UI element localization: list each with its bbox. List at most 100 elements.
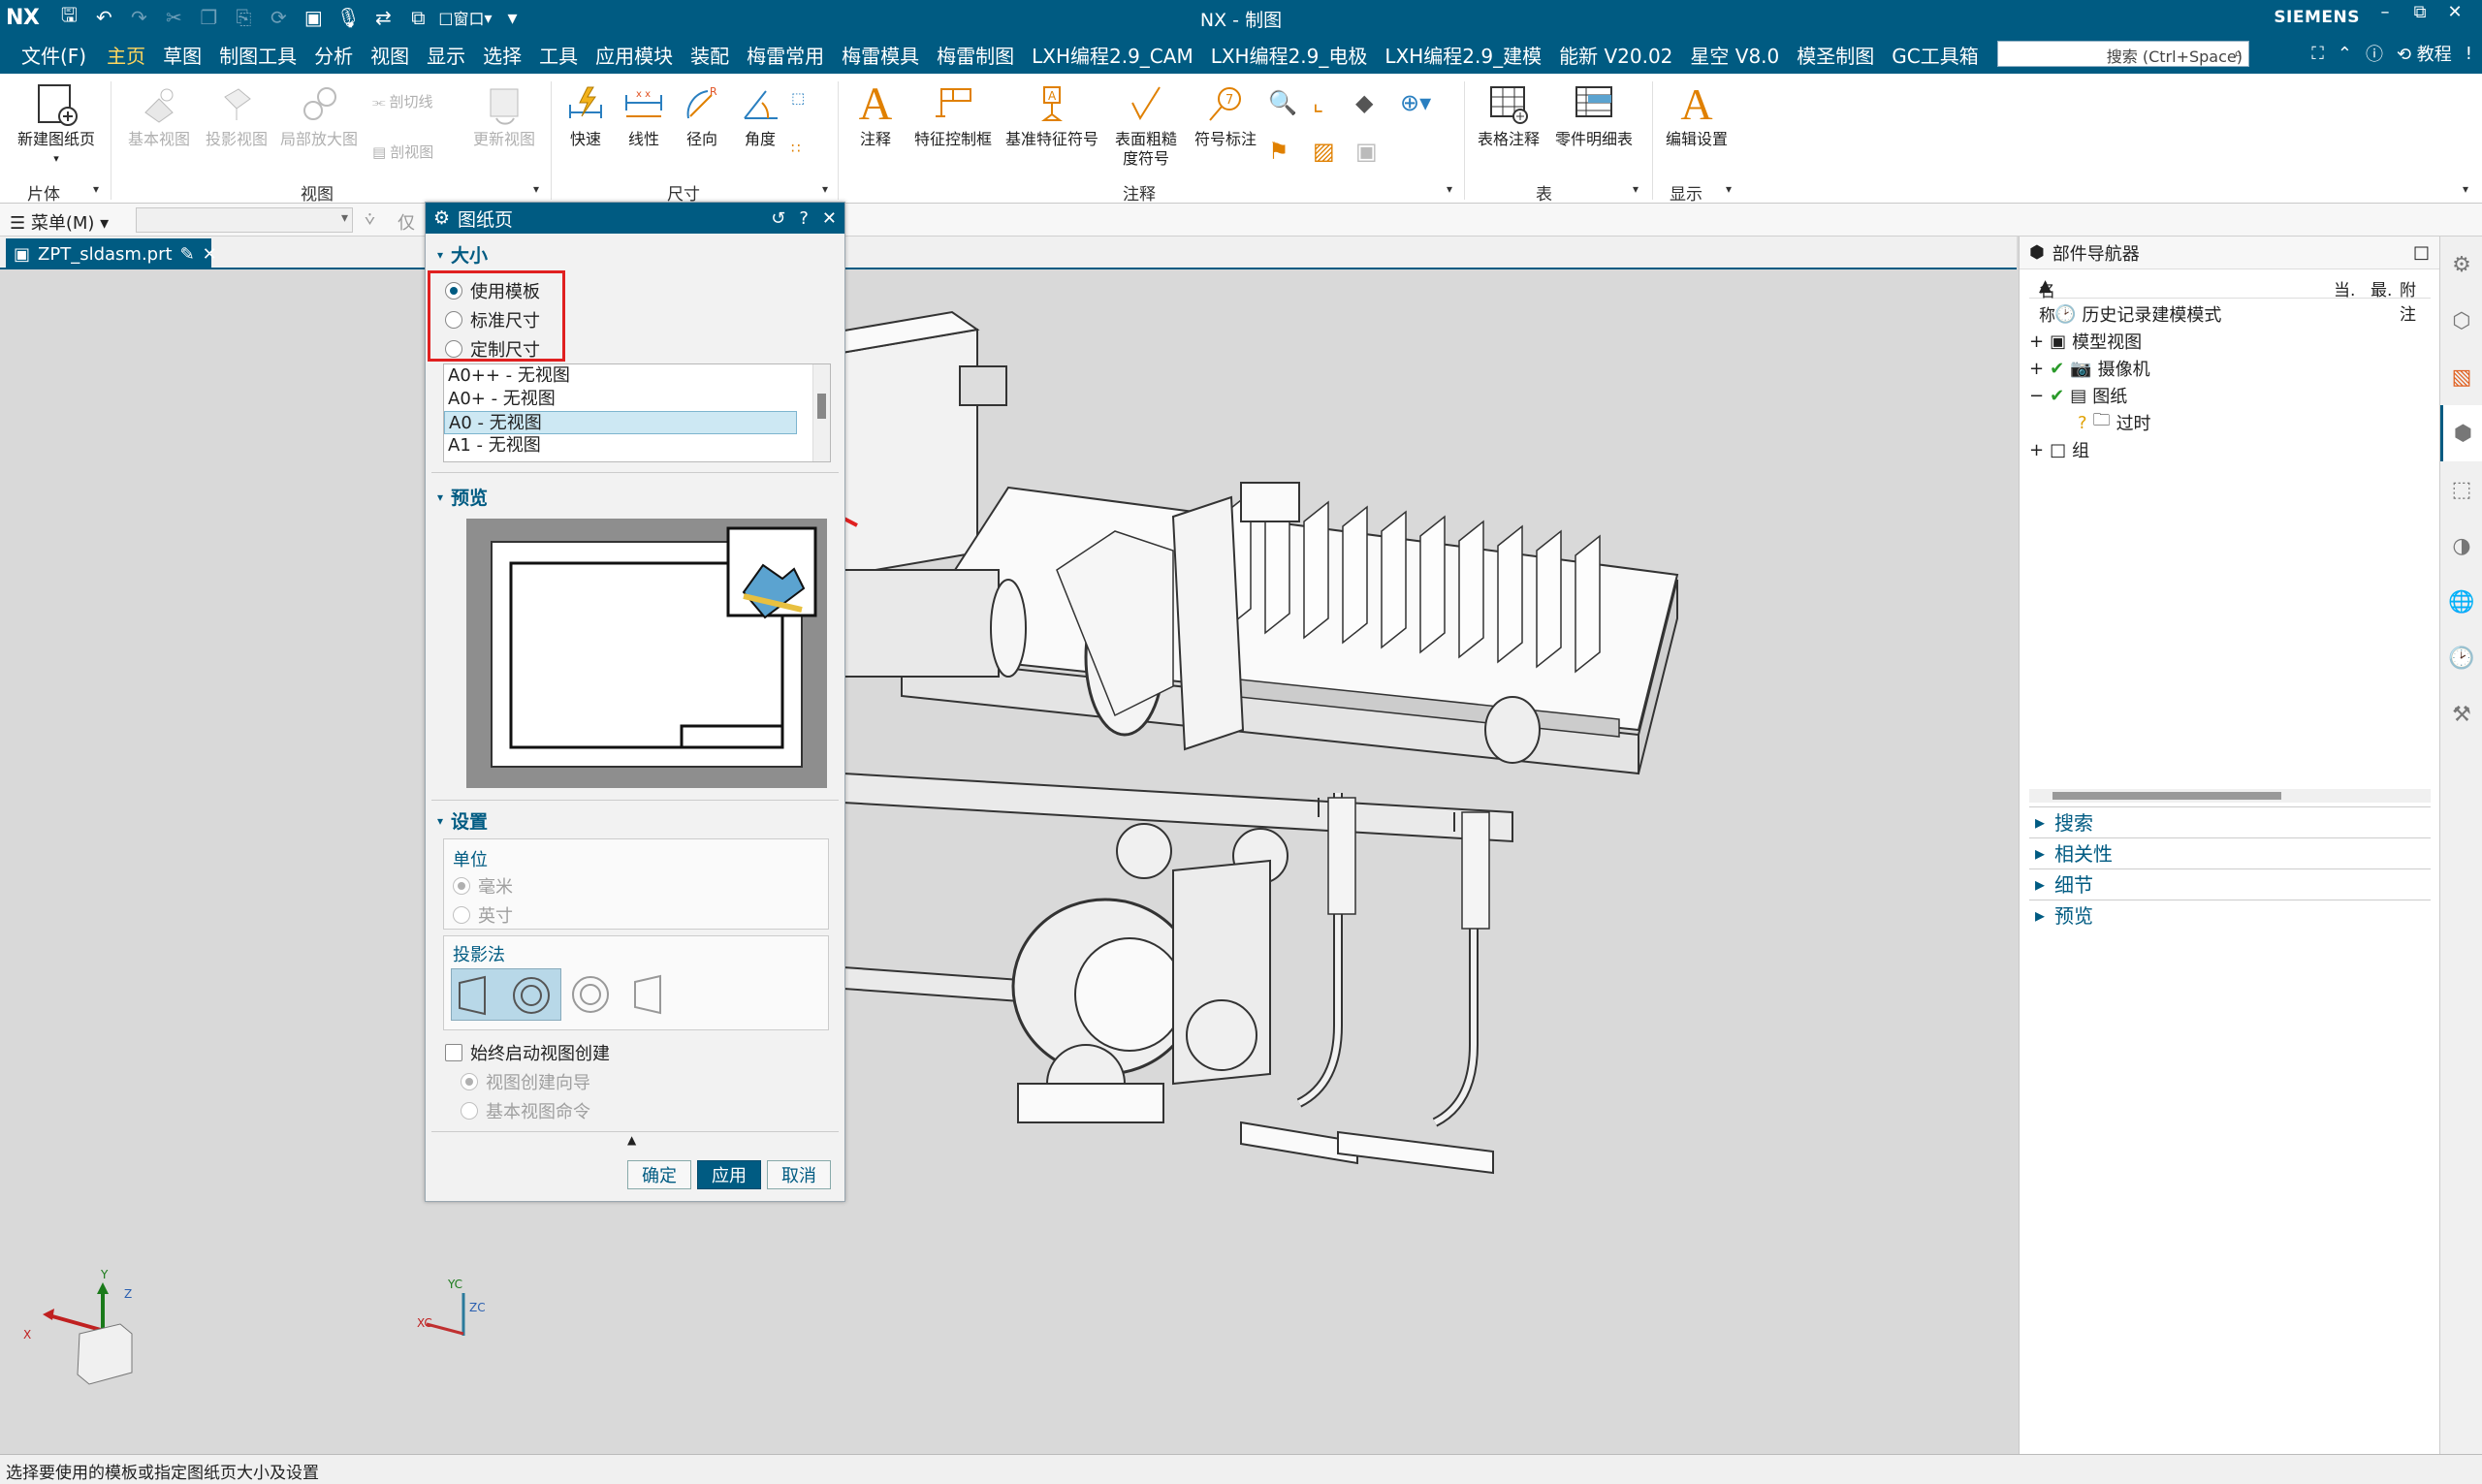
radio-millimeter[interactable]: 毫米 — [453, 873, 513, 899]
menu-lxh-cam[interactable]: LXH编程2.9_CAM — [1023, 41, 1202, 69]
expand-plus-icon[interactable]: + — [2029, 440, 2044, 460]
angular-dimension-button[interactable]: 角度 — [731, 79, 789, 149]
radial-dimension-button[interactable]: R 径向 — [673, 79, 731, 149]
group-dimension-dropdown-icon[interactable]: ▾ — [822, 182, 828, 196]
menu-file[interactable]: 文件(F) — [0, 41, 98, 69]
menu-lxh-modeling[interactable]: LXH编程2.9_建模 — [1376, 41, 1550, 69]
document-tab[interactable]: ▣ ZPT_sldasm.prt ✎ ✕ — [6, 238, 217, 269]
list-item-selected[interactable]: A0 - 无视图 — [444, 411, 797, 434]
roles-icon[interactable]: ⚒ — [2440, 686, 2482, 742]
group-display-dropdown-icon[interactable]: ▾ — [1726, 182, 1732, 196]
menu-lxh-electrode[interactable]: LXH编程2.9_电极 — [1202, 41, 1377, 69]
menu-xingkong[interactable]: 星空 V8.0 — [1681, 41, 1788, 69]
dialog-help-icon[interactable]: ? — [799, 208, 809, 229]
always-start-view-checkbox[interactable]: 始终启动视图创建 — [445, 1040, 610, 1065]
menu-display[interactable]: 显示 — [418, 41, 474, 69]
radio-standard-size[interactable]: 标准尺寸 — [445, 307, 540, 332]
group-table-dropdown-icon[interactable]: ▾ — [1633, 182, 1639, 196]
reuse-library-icon[interactable]: ⬚ — [2440, 461, 2482, 518]
flag-icon[interactable]: ⚑ — [1268, 138, 1289, 165]
ok-button[interactable]: 确定 — [627, 1160, 691, 1189]
tab-close-icon[interactable]: ✕ — [203, 244, 217, 265]
tree-node-cameras[interactable]: + ✔ 📷 摄像机 — [2029, 355, 2150, 382]
filter-icon[interactable]: ⩒ — [365, 209, 375, 230]
tab-edit-icon[interactable]: ✎ — [180, 244, 195, 265]
restore-icon[interactable]: ⧉ — [2402, 2, 2437, 22]
window-layout-icon[interactable]: ⧉ — [403, 3, 432, 32]
menu-applications[interactable]: 应用模块 — [587, 41, 682, 69]
section-view-button[interactable]: ▤ 剖视图 — [372, 142, 433, 162]
group-view-dropdown-icon[interactable]: ▾ — [533, 182, 539, 196]
group-annotation-dropdown-icon[interactable]: ▾ — [1447, 182, 1452, 196]
section-line-button[interactable]: ⫘ 剖切线 — [372, 91, 433, 111]
minimize-icon[interactable]: – — [2368, 2, 2402, 22]
constraint-navigator-icon[interactable]: ▧ — [2440, 349, 2482, 405]
update-view-button[interactable]: 更新视图 — [465, 79, 543, 149]
group-sheet-dropdown-icon[interactable]: ▾ — [93, 182, 99, 196]
apply-button[interactable]: 应用 — [697, 1160, 761, 1189]
maximize-panel-icon[interactable]: □ — [2413, 242, 2430, 263]
dialog-close-icon[interactable]: ✕ — [822, 208, 837, 229]
col-name[interactable]: 名称 ▲ — [2039, 276, 2055, 326]
ribbon-options-icon[interactable]: ▾ — [2463, 182, 2468, 196]
base-view-button[interactable]: 基本视图 — [120, 79, 198, 149]
radio-base-view-command[interactable]: 基本视图命令 — [461, 1098, 590, 1123]
quick-dimension-button[interactable]: 快速 — [557, 79, 615, 149]
menu-sketch[interactable]: 草图 — [154, 41, 210, 69]
copy-icon[interactable]: ❐ — [194, 3, 223, 32]
tree-node-outdated[interactable]: ? 🗀 过时 — [2078, 409, 2151, 436]
tutorial-link[interactable]: ⟲ 教程 — [2397, 41, 2452, 66]
accordion-details[interactable]: ▸ 细节 — [2029, 868, 2431, 898]
fill-icon[interactable]: ◆ — [1355, 89, 1373, 116]
scrollbar-thumb[interactable] — [817, 394, 826, 419]
third-angle-projection-button[interactable] — [567, 968, 678, 1021]
linear-dimension-button[interactable]: x x 线性 — [615, 79, 673, 149]
center-mark-icon[interactable]: ⊕▾ — [1400, 89, 1431, 116]
radio-view-wizard[interactable]: 视图创建向导 — [461, 1069, 590, 1094]
weld-symbol-icon[interactable]: 🔍 — [1268, 89, 1297, 116]
surface-finish-button[interactable]: 表面粗糙 度符号 — [1105, 79, 1187, 169]
cut-icon[interactable]: ✂ — [159, 3, 188, 32]
horizontal-scrollbar[interactable] — [2029, 789, 2431, 803]
accordion-dependencies[interactable]: ▸ 相关性 — [2029, 837, 2431, 867]
command-search-input[interactable]: 搜索 (Ctrl+Space) ⌕ — [1997, 41, 2249, 67]
cancel-button[interactable]: 取消 — [767, 1160, 831, 1189]
list-item[interactable]: A0+ - 无视图 — [444, 388, 830, 411]
accordion-search[interactable]: ▸ 搜索 — [2029, 806, 2431, 836]
hatch-icon[interactable]: ▨ — [1313, 138, 1335, 165]
menu-button[interactable]: ☰ 菜单(M) ▾ — [10, 209, 109, 235]
col-current[interactable]: 当. — [2334, 276, 2355, 300]
ordinate-dimension-icon[interactable]: ∷ — [791, 140, 801, 157]
size-section-header[interactable]: ▾ 大小 — [437, 241, 488, 268]
expand-plus-icon[interactable]: + — [2029, 332, 2044, 352]
edit-settings-button[interactable]: A 编辑设置 — [1658, 79, 1735, 149]
part-navigator-icon[interactable]: ⬢ — [2440, 405, 2482, 461]
radio-inch[interactable]: 英寸 — [453, 902, 513, 928]
close-window-icon[interactable]: ✕ — [2437, 2, 2472, 22]
list-item[interactable]: A0++ - 无视图 — [444, 364, 830, 388]
collapse-ribbon-icon[interactable]: ⌃ — [2338, 44, 2352, 64]
preview-section-header[interactable]: ▾ 预览 — [437, 484, 488, 510]
note-button[interactable]: A 注释 — [843, 79, 907, 149]
collapse-minus-icon[interactable]: − — [2029, 386, 2044, 406]
col-attach[interactable]: 附注 — [2400, 276, 2431, 325]
assembly-navigator-icon[interactable]: ⬡ — [2440, 293, 2482, 349]
col-latest[interactable]: 最. — [2371, 276, 2392, 300]
undo-icon[interactable]: ↶ — [89, 3, 118, 32]
qat-customize-icon[interactable]: ▾ — [498, 3, 527, 32]
target-point-icon[interactable]: ⌞ — [1313, 89, 1323, 116]
menu-nengxin[interactable]: 能新 V20.02 — [1550, 41, 1681, 69]
menu-drafting-tools[interactable]: 制图工具 — [210, 41, 305, 69]
assembly-model-render[interactable] — [0, 269, 2019, 1454]
list-item[interactable]: A1 - 无视图 — [444, 434, 830, 458]
graphics-window[interactable]: Y Z X YC ZC XC — [0, 269, 2019, 1454]
new-sheet-button[interactable]: 新建图纸页 ▾ — [8, 79, 105, 169]
image-icon[interactable]: ▣ — [1355, 138, 1378, 165]
scrollbar-thumb[interactable] — [2052, 792, 2281, 800]
parts-list-button[interactable]: 零件明细表 — [1547, 79, 1640, 149]
alert-icon[interactable]: ! — [2466, 44, 2472, 64]
settings-section-header[interactable]: ▾ 设置 — [437, 807, 488, 834]
switch-window-icon[interactable]: ⇄ — [368, 3, 398, 32]
tree-node-groups[interactable]: + □ 组 — [2029, 436, 2089, 463]
menu-view[interactable]: 视图 — [362, 41, 418, 69]
